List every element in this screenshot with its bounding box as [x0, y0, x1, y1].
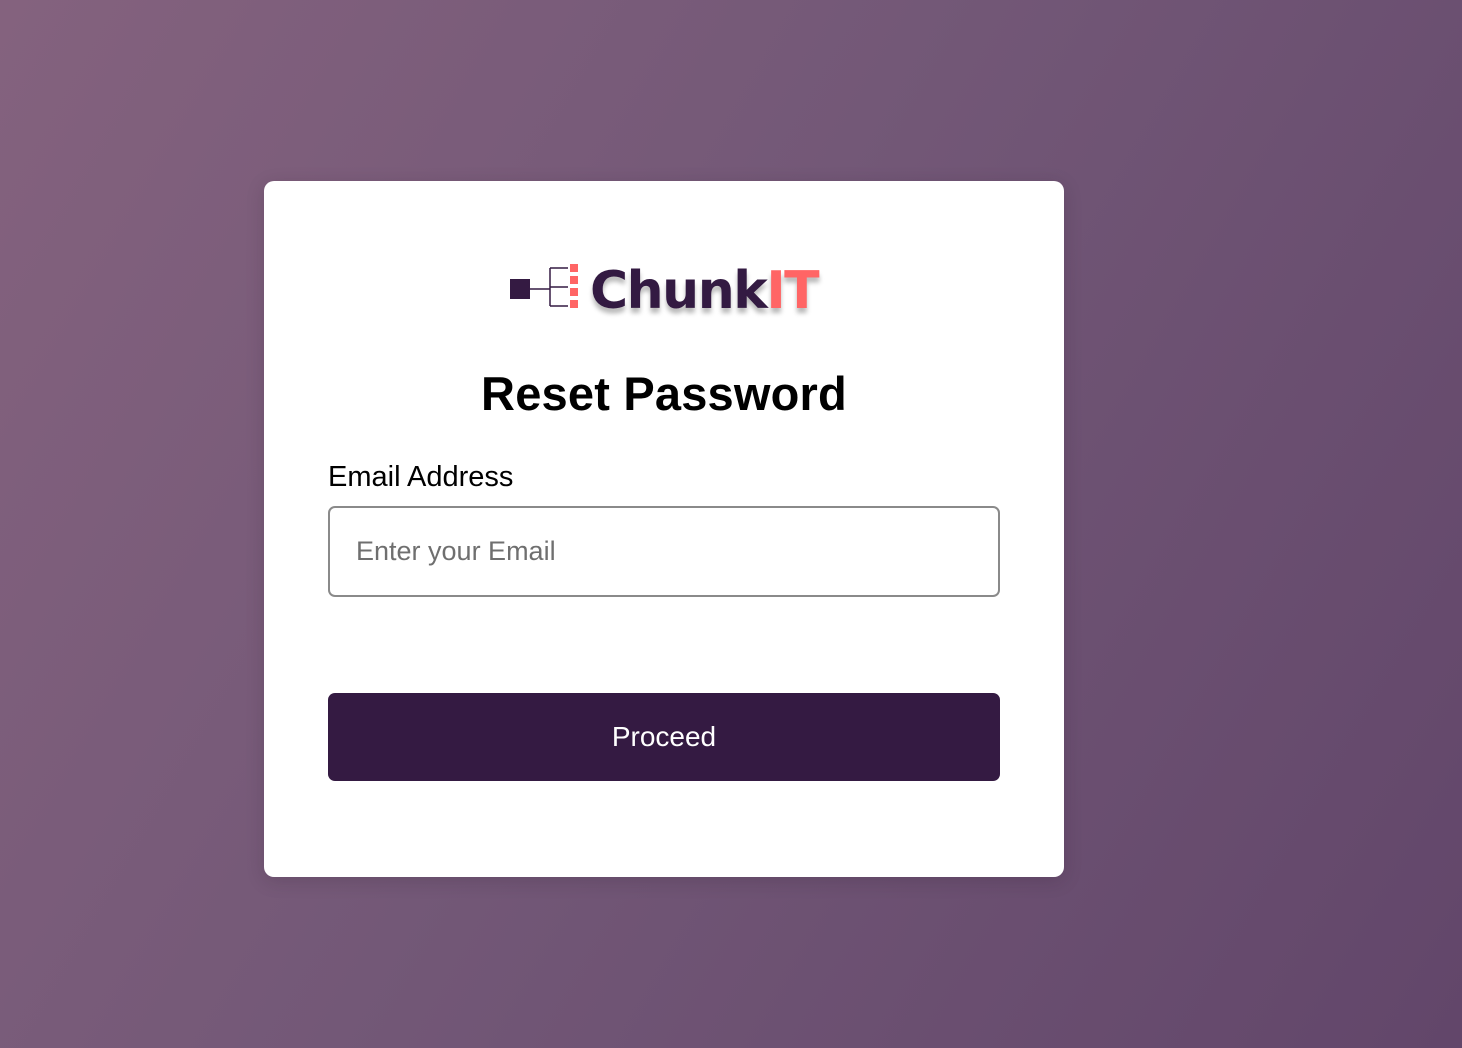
reset-password-card: ChunkIT Reset Password Email Address Pro… — [264, 181, 1064, 877]
logo-wordmark-accent: IT — [766, 261, 819, 321]
email-input[interactable] — [328, 506, 1000, 597]
proceed-button[interactable]: Proceed — [328, 693, 1000, 781]
chunk-tree-icon — [510, 264, 578, 308]
chunkit-logo: ChunkIT — [508, 255, 828, 323]
logo-wordmark: ChunkIT — [590, 265, 820, 317]
email-label: Email Address — [328, 461, 514, 493]
logo-wordmark-main: Chunk — [590, 261, 768, 321]
page-title: Reset Password — [481, 367, 847, 420]
